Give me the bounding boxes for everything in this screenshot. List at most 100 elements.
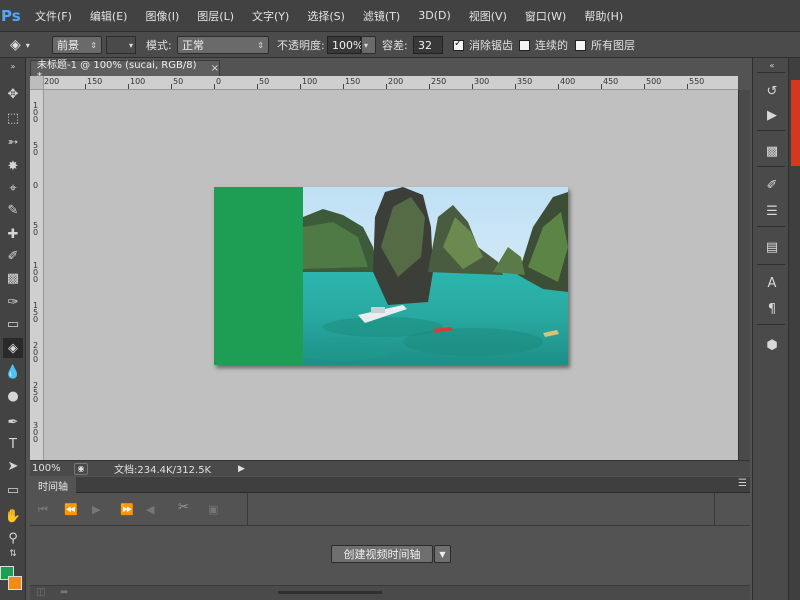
tool-preset-picker[interactable]: ◈ ▾	[10, 36, 30, 54]
contiguous-checkbox[interactable]: 连续的	[519, 36, 568, 54]
menu-filter[interactable]: 滤镜(T)	[354, 0, 409, 32]
contiguous-label: 连续的	[535, 39, 568, 52]
brush-panel-icon[interactable]: ✐	[763, 176, 781, 194]
clone-source-icon[interactable]: ▤	[763, 238, 781, 256]
tab-timeline[interactable]: 时间轴	[30, 477, 76, 493]
opacity-slider-button[interactable]: ▾	[361, 36, 376, 54]
hand-tool-icon[interactable]: ✋	[3, 506, 23, 526]
background-color-swatch[interactable]	[8, 576, 22, 590]
ruler-label: 0	[216, 77, 222, 86]
menu-type[interactable]: 文字(Y)	[243, 0, 298, 32]
menu-layer[interactable]: 图层(L)	[188, 0, 243, 32]
timeline-divider	[30, 525, 750, 526]
history-panel-icon[interactable]: ↺	[763, 82, 781, 100]
ruler-tick	[644, 84, 645, 89]
menu-image[interactable]: 图像(I)	[136, 0, 188, 32]
character-panel-icon[interactable]: A	[763, 274, 781, 292]
status-info-icon[interactable]: ◉	[74, 462, 88, 475]
next-frame-icon[interactable]: ⏩	[120, 503, 134, 516]
ruler-label: 50	[33, 141, 39, 157]
create-video-timeline-button[interactable]: 创建视频时间轴	[331, 545, 433, 563]
document-canvas[interactable]	[214, 187, 568, 365]
zoom-tool-icon[interactable]: ⚲	[3, 528, 23, 548]
ruler-tick	[515, 84, 516, 89]
collapse-arrows-icon[interactable]: «	[763, 60, 781, 70]
magic-wand-tool-icon[interactable]: ✸	[3, 156, 23, 176]
mode-select[interactable]: 正常 ⇕	[177, 36, 269, 54]
audio-mute-icon[interactable]: ◀	[146, 503, 154, 516]
menu-help[interactable]: 帮助(H)	[575, 0, 632, 32]
menu-3d[interactable]: 3D(D)	[409, 0, 460, 32]
blur-tool-icon[interactable]: 💧	[3, 362, 23, 382]
create-timeline-dropdown-icon[interactable]: ▼	[434, 545, 451, 563]
type-tool-icon[interactable]: T	[3, 434, 23, 454]
dodge-tool-icon[interactable]: ●	[3, 386, 23, 406]
lasso-tool-icon[interactable]: ➳	[3, 132, 23, 152]
menu-view[interactable]: 视图(V)	[460, 0, 516, 32]
document-tab[interactable]: 未标题-1 @ 100% (sucai, RGB/8) * ×	[30, 60, 220, 82]
ruler-label: 50	[259, 77, 270, 86]
ruler-tick	[386, 84, 387, 89]
rectangle-tool-icon[interactable]: ▭	[3, 480, 23, 500]
photoshop-logo: Ps	[1, 6, 21, 25]
status-bar: 100% ◉ 文档:234.4K/312.5K ▶	[30, 460, 750, 476]
pattern-picker[interactable]: ▾	[106, 36, 136, 54]
color-panel-preview[interactable]	[791, 80, 800, 166]
marquee-tool-icon[interactable]: ⬚	[3, 108, 23, 128]
actions-panel-icon[interactable]: ▶	[763, 106, 781, 124]
swap-colors-icon[interactable]: ⇅	[3, 548, 23, 560]
zoom-level[interactable]: 100%	[32, 463, 74, 474]
path-selection-tool-icon[interactable]: ➤	[3, 456, 23, 476]
collapse-arrows-icon[interactable]: »	[3, 62, 23, 71]
split-at-playhead-icon[interactable]: ✂	[178, 500, 189, 515]
3d-panel-icon[interactable]: ⬢	[763, 336, 781, 354]
paragraph-panel-icon[interactable]: ¶	[763, 300, 781, 318]
healing-brush-tool-icon[interactable]: ✚	[3, 224, 23, 244]
panel-menu-icon[interactable]: ☰	[738, 478, 747, 489]
transition-icon[interactable]: ▣	[208, 503, 218, 516]
ruler-origin[interactable]	[30, 76, 44, 90]
pen-tool-icon[interactable]: ✒	[3, 412, 23, 432]
go-to-first-frame-icon[interactable]: ⏮	[38, 503, 48, 517]
menu-edit[interactable]: 编辑(E)	[81, 0, 137, 32]
move-tool-icon[interactable]: ✥	[3, 84, 23, 104]
timeline-zoom-slider[interactable]	[278, 591, 382, 594]
menu-file[interactable]: 文件(F)	[26, 0, 81, 32]
paint-bucket-tool-icon[interactable]: ◈	[3, 338, 23, 358]
status-menu-arrow-icon[interactable]: ▶	[238, 464, 245, 474]
ruler-tick	[687, 84, 688, 89]
eyedropper-tool-icon[interactable]: ✎	[3, 200, 23, 220]
ruler-label: 300	[33, 421, 39, 444]
fill-source-select[interactable]: 前景 ⇕	[52, 36, 102, 54]
expanded-panel-edge	[788, 58, 800, 600]
chevron-updown-icon: ⇕	[257, 40, 264, 50]
ruler-tick	[343, 84, 344, 89]
play-icon[interactable]: ▶	[92, 503, 100, 516]
all-layers-checkbox[interactable]: 所有图层	[575, 36, 635, 54]
opacity-input[interactable]: 100%	[327, 36, 363, 54]
crop-tool-icon[interactable]: ⌖	[3, 178, 23, 198]
render-video-icon[interactable]: ➦	[60, 587, 68, 598]
ruler-label: 100	[33, 261, 39, 284]
clone-stamp-tool-icon[interactable]: ▩	[3, 268, 23, 288]
menu-window[interactable]: 窗口(W)	[516, 0, 575, 32]
vertical-scrollbar[interactable]	[738, 90, 750, 460]
chevron-updown-icon: ⇕	[90, 40, 97, 50]
ruler-tick	[85, 84, 86, 89]
info-panel-icon[interactable]: ▩	[763, 142, 781, 160]
close-icon[interactable]: ×	[211, 63, 219, 74]
ruler-label: 500	[646, 77, 662, 86]
eraser-tool-icon[interactable]: ▭	[3, 314, 23, 334]
timeline-divider	[247, 493, 248, 525]
tolerance-input[interactable]: 32	[413, 36, 443, 54]
previous-frame-icon[interactable]: ⏪	[64, 503, 78, 516]
convert-frame-icon[interactable]: ◫	[36, 587, 45, 598]
ruler-label: 250	[33, 381, 39, 404]
antialias-checkbox[interactable]: 消除锯齿	[453, 36, 513, 54]
brush-tool-icon[interactable]: ✐	[3, 246, 23, 266]
menu-select[interactable]: 选择(S)	[298, 0, 354, 32]
ruler-label: 200	[388, 77, 404, 86]
lagoon-photo-art	[303, 187, 568, 365]
history-brush-tool-icon[interactable]: ✑	[3, 292, 23, 312]
brush-presets-icon[interactable]: ☰	[763, 202, 781, 220]
